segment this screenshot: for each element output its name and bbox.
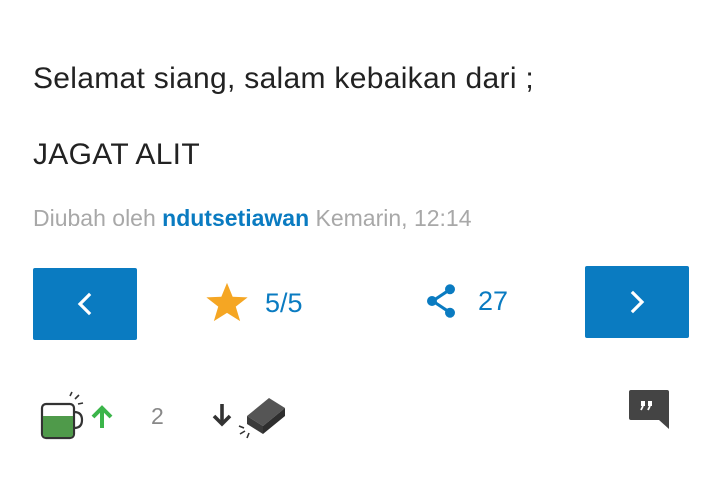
share-button[interactable]: 27 bbox=[424, 283, 508, 319]
chevron-left-icon bbox=[77, 292, 92, 316]
upvote-count: 2 bbox=[151, 403, 164, 429]
quote-comment-button[interactable] bbox=[628, 389, 670, 436]
rating-value: 5/5 bbox=[265, 287, 303, 318]
post-signature: JAGAT ALIT bbox=[33, 138, 200, 171]
quote-comment-icon bbox=[629, 390, 669, 429]
next-post-button[interactable] bbox=[585, 266, 689, 338]
rating-display[interactable]: 5/5 bbox=[205, 282, 303, 324]
share-icon bbox=[427, 284, 455, 318]
star-icon bbox=[206, 282, 248, 322]
downvote-button[interactable] bbox=[209, 394, 289, 447]
edit-info: Diubah oleh ndutsetiawan Kemarin, 12:14 bbox=[33, 205, 472, 232]
cendol-cup-up-icon bbox=[40, 391, 113, 440]
upvote-button[interactable] bbox=[40, 390, 120, 447]
previous-post-button[interactable] bbox=[33, 268, 137, 340]
author-link[interactable]: ndutsetiawan bbox=[162, 205, 309, 231]
brick-down-icon bbox=[212, 398, 285, 439]
chevron-right-icon bbox=[630, 290, 645, 314]
post-greeting: Selamat siang, salam kebaikan dari ; bbox=[33, 62, 535, 95]
share-count: 27 bbox=[478, 285, 509, 316]
edited-time: Kemarin, 12:14 bbox=[315, 205, 472, 231]
edited-prefix: Diubah oleh bbox=[33, 205, 156, 231]
